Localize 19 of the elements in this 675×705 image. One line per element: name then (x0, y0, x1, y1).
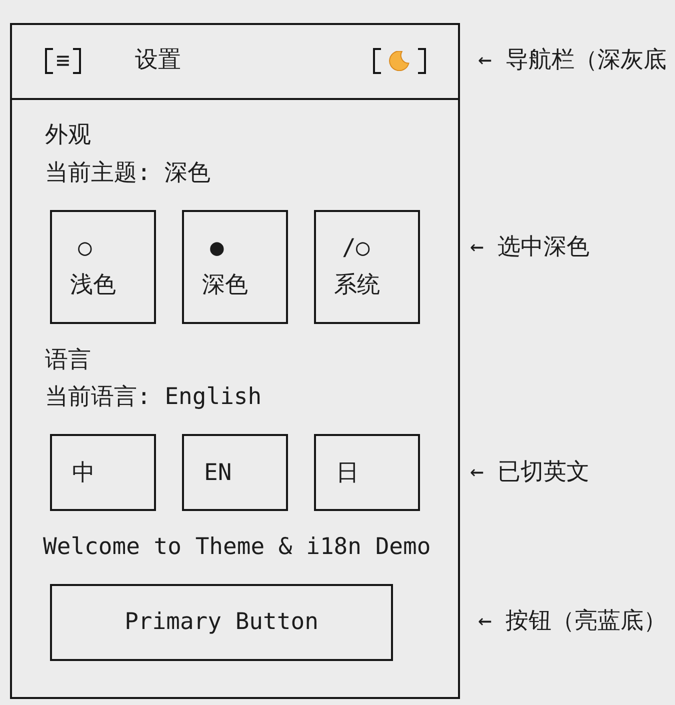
menu-button[interactable]: ≡ (45, 48, 81, 74)
annotation-label: ← 按钮（亮蓝底） (478, 607, 667, 636)
page-title: 设置 (134, 46, 181, 76)
welcome-text: Welcome to Theme & i18n Demo (43, 532, 431, 562)
language-option-button[interactable]: 中 (50, 434, 156, 512)
theme-option-button[interactable]: /○ 系统 (314, 210, 420, 324)
annotation-label: ← 选中深色 (470, 233, 590, 262)
language-option-button[interactable]: 日 (314, 434, 420, 512)
theme-option-button[interactable]: ○ 浅色 (50, 210, 156, 324)
section-heading: 外观 (45, 121, 91, 150)
current-theme-label: 当前主题: 深色 (45, 158, 211, 188)
current-language-label: 当前语言: English (45, 382, 262, 412)
section-heading: 语言 (45, 346, 91, 375)
annotation-label: ← 导航栏（深灰底 (478, 46, 667, 76)
theme-option-button[interactable]: ● 深色 (182, 210, 288, 324)
annotation-label: ← 已切英文 (470, 458, 590, 487)
moon-icon (389, 51, 410, 72)
primary-button[interactable]: Primary Button (50, 584, 393, 661)
language-option-button[interactable]: EN (182, 434, 288, 512)
